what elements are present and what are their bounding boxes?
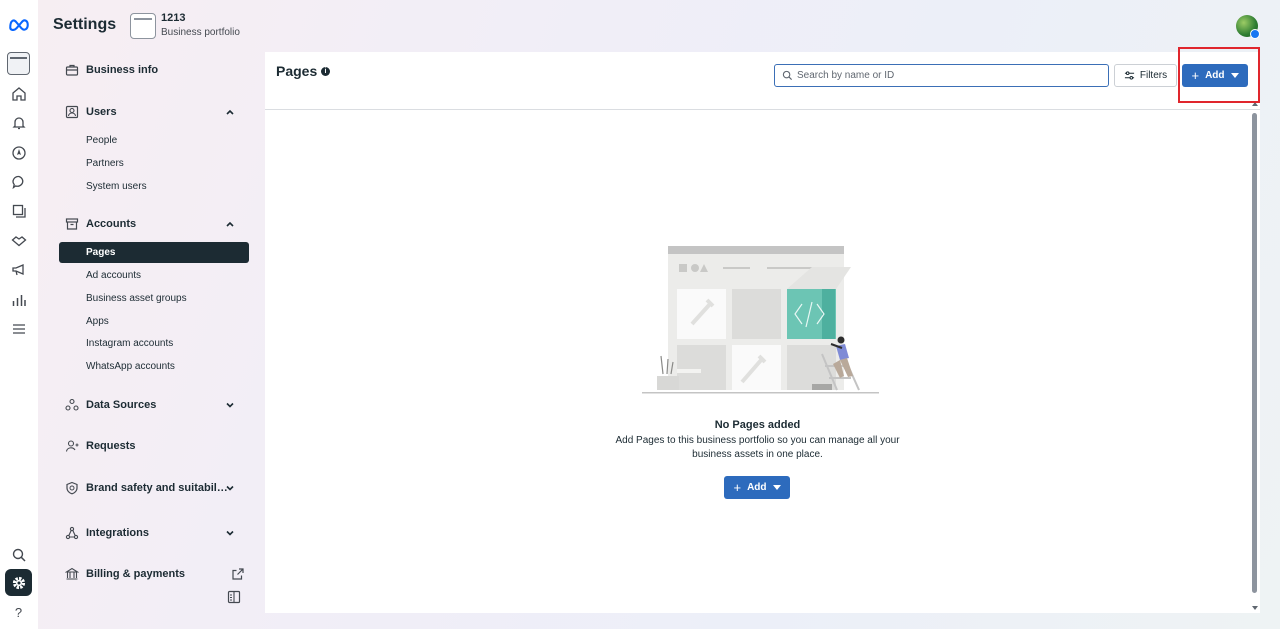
page-title: Settings [53,16,117,33]
sidebar-item-label: Data Sources [86,399,157,411]
collapse-sidebar-icon[interactable] [227,590,241,604]
bar-chart-icon[interactable] [5,286,32,313]
chevron-down-icon[interactable] [224,399,236,411]
sidebar-item-label: Billing & payments [86,568,186,580]
panel-title: Pages [276,63,318,79]
external-link-icon[interactable] [231,567,245,581]
empty-state-illustration [642,246,879,394]
avatar[interactable] [1236,15,1260,39]
sidebar-item-label: Accounts [86,218,137,230]
sidebar-item-label: Requests [86,440,136,452]
search-icon[interactable] [5,541,32,568]
sidebar-item-label: Integrations [86,527,149,539]
plus-icon: + [733,479,742,495]
chevron-up-icon[interactable] [224,106,236,118]
scrollbar[interactable] [1250,102,1260,613]
users-icon [65,105,79,119]
portfolio-icon[interactable] [130,13,156,39]
sidebar-section-integrations[interactable]: Integrations [65,523,149,543]
filters-button[interactable]: Filters [1114,64,1177,87]
filters-label: Filters [1139,70,1168,81]
highlight-box [1178,47,1260,103]
search-input[interactable] [797,67,1097,83]
search-field[interactable] [774,64,1109,87]
pages-stack-icon[interactable] [5,197,32,224]
chevron-down-icon[interactable] [224,527,236,539]
sidebar-item-pages[interactable]: Pages [59,242,249,263]
portfolio-icon[interactable] [7,52,30,75]
sidebar-item-business-asset-groups[interactable]: Business asset groups [86,293,187,304]
facebook-badge-icon [1250,29,1260,39]
sidebar-section-accounts[interactable]: Accounts [65,214,136,234]
briefcase-icon [65,64,79,76]
empty-add-button[interactable]: + Add [724,476,790,499]
pages-panel: Pages i Filters + Add [265,52,1260,613]
search-icon [782,70,793,81]
sidebar-item-ad-accounts[interactable]: Ad accounts [86,270,141,281]
sidebar-item-label: Brand safety and suitabil… [86,482,228,494]
archive-icon [65,218,79,230]
sidebar-item-people[interactable]: People [86,135,117,146]
sidebar-item-label: Pages [86,247,116,258]
info-icon[interactable]: i [321,67,330,76]
sidebar-item-label: Users [86,106,117,118]
sidebar-item-label: Business info [86,64,159,76]
left-rail: ? [0,0,38,629]
sidebar-item-apps[interactable]: Apps [86,316,109,327]
gear-icon[interactable] [5,569,32,596]
menu-icon[interactable] [5,315,32,342]
scroll-down-icon[interactable] [1252,606,1258,610]
empty-state-title: No Pages added [714,419,801,431]
chevron-up-icon[interactable] [224,218,236,230]
scroll-thumb[interactable] [1252,113,1257,593]
portfolio-subtitle: Business portfolio [161,27,240,38]
compass-icon[interactable] [5,139,32,166]
add-label: Add [747,482,767,493]
meta-logo-icon[interactable] [5,10,32,37]
chevron-down-icon[interactable] [224,482,236,494]
sidebar-section-users[interactable]: Users [65,102,117,122]
shield-icon [66,481,78,495]
caret-down-icon [772,485,781,490]
sidebar-section-data-sources[interactable]: Data Sources [65,395,156,415]
sidebar-item-system-users[interactable]: System users [86,181,147,192]
chat-icon[interactable] [5,168,32,195]
handshake-icon[interactable] [5,227,32,254]
sidebar-item-instagram-accounts[interactable]: Instagram accounts [86,338,173,349]
panel-header: Pages i Filters + Add [265,52,1260,110]
sidebar-item-requests[interactable]: Requests [65,436,136,456]
portfolio-name[interactable]: 1213 [161,12,185,24]
sidebar-item-business-info[interactable]: Business info [65,60,158,80]
bell-icon[interactable] [5,109,32,136]
integrations-icon [65,526,79,540]
help-icon[interactable]: ? [5,599,32,626]
sidebar-item-whatsapp-accounts[interactable]: WhatsApp accounts [86,361,175,372]
person-add-icon [65,440,79,452]
megaphone-icon[interactable] [5,256,32,283]
bank-icon [65,567,79,580]
filters-icon [1124,71,1134,80]
data-sources-icon [65,398,79,411]
sidebar-item-partners[interactable]: Partners [86,158,124,169]
sidebar-item-billing[interactable]: Billing & payments [65,564,185,584]
sidebar-section-brand-safety[interactable]: Brand safety and suitabil… [65,478,228,498]
empty-state-description: Add Pages to this business portfolio so … [615,435,900,460]
home-icon[interactable] [5,80,32,107]
